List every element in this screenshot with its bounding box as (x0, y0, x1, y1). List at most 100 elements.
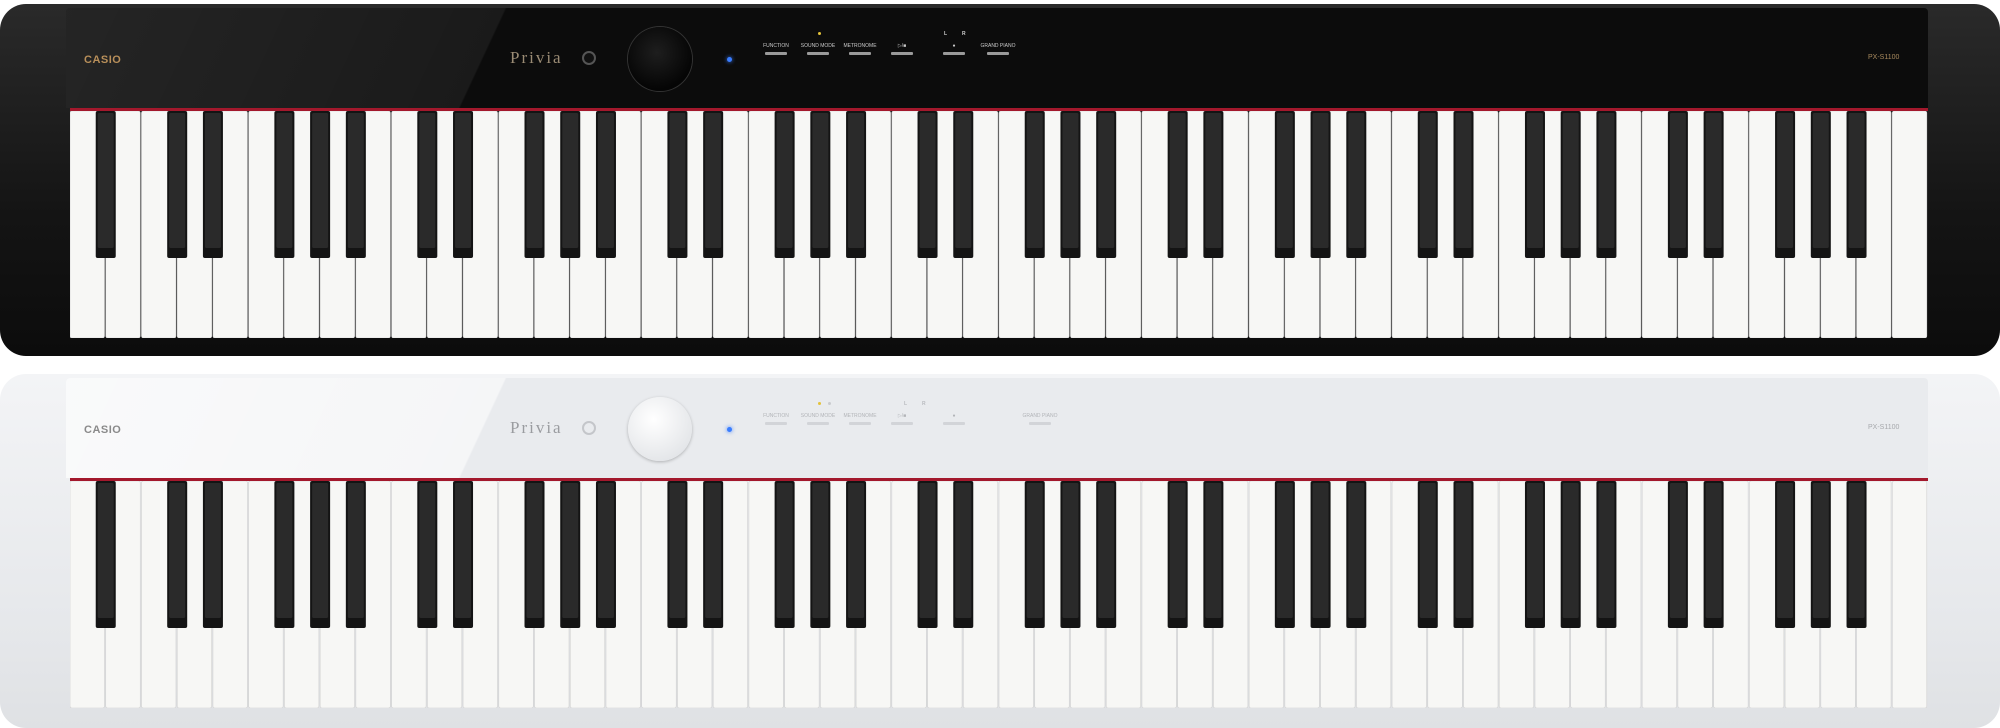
black-key-highlight (597, 483, 614, 618)
black-key-highlight (526, 113, 543, 248)
black-key-highlight (1098, 113, 1115, 248)
power-button[interactable] (582, 51, 596, 65)
volume-knob[interactable] (628, 27, 692, 91)
black-key-highlight (955, 113, 972, 248)
right-channel-label: R (922, 401, 926, 407)
grand-piano-button[interactable]: GRAND PIANO (978, 43, 1018, 55)
metronome-button[interactable]: METRONOME (840, 413, 880, 425)
sound-mode-indicator (818, 402, 821, 405)
black-key-highlight (1812, 483, 1829, 618)
black-key-highlight (848, 483, 865, 618)
black-key-highlight (1562, 483, 1579, 618)
left-channel-label: L (944, 31, 948, 37)
black-key-highlight (1812, 113, 1829, 248)
white-key[interactable] (1891, 111, 1928, 338)
power-led (727, 427, 732, 432)
piano-black: CASIO Privia L R FUNCTION SOUND MODE MET… (0, 4, 2000, 356)
function-button[interactable]: FUNCTION (756, 43, 796, 55)
record-button[interactable]: ● (934, 413, 974, 425)
grand-piano-button[interactable]: GRAND PIANO (1020, 413, 1060, 425)
black-key-highlight (455, 483, 472, 618)
black-key-highlight (204, 113, 221, 248)
black-key-highlight (97, 483, 114, 618)
black-key-highlight (1276, 483, 1293, 618)
sound-mode-button[interactable]: SOUND MODE (798, 413, 838, 425)
black-key-highlight (97, 113, 114, 248)
control-panel: CASIO Privia L R FUNCTION SOUND MODE MET… (66, 378, 1928, 478)
brand-logo: CASIO (84, 54, 122, 66)
black-key-highlight (455, 113, 472, 248)
black-key-highlight (1276, 113, 1293, 248)
black-key-highlight (1848, 113, 1865, 248)
black-key-highlight (1062, 483, 1079, 618)
black-key-highlight (1705, 483, 1722, 618)
black-key-highlight (919, 483, 936, 618)
keyboard[interactable] (70, 111, 1928, 338)
black-key-highlight (204, 483, 221, 618)
sound-mode-indicator-2 (828, 402, 831, 405)
function-button[interactable]: FUNCTION (756, 413, 796, 425)
black-key-highlight (276, 113, 293, 248)
play-stop-button[interactable]: ▷/■ (882, 43, 922, 55)
black-key-highlight (669, 483, 686, 618)
black-key-highlight (1777, 483, 1794, 618)
sound-mode-indicator (818, 32, 821, 35)
black-key-highlight (1062, 113, 1079, 248)
keyboard-keys[interactable] (70, 481, 1928, 708)
black-key-highlight (562, 113, 579, 248)
piano-white: CASIO Privia L R FUNCTION SOUND MODE MET… (0, 374, 2000, 728)
black-key-highlight (1777, 113, 1794, 248)
right-channel-label: R (962, 31, 966, 37)
black-key-highlight (1419, 483, 1436, 618)
black-key-highlight (169, 113, 186, 248)
black-key-highlight (1312, 483, 1329, 618)
black-key-highlight (1419, 113, 1436, 248)
black-key-highlight (1562, 113, 1579, 248)
keyboard-keys[interactable] (70, 111, 1928, 338)
black-key-highlight (776, 113, 793, 248)
black-key-highlight (812, 483, 829, 618)
black-key-highlight (1705, 113, 1722, 248)
power-led (727, 57, 732, 62)
black-key-highlight (1598, 483, 1615, 618)
volume-knob[interactable] (628, 397, 692, 461)
black-key-highlight (1348, 483, 1365, 618)
record-button[interactable]: ● (934, 43, 974, 55)
black-key-highlight (276, 483, 293, 618)
black-key-highlight (1348, 113, 1365, 248)
black-key-highlight (562, 483, 579, 618)
white-key[interactable] (1891, 481, 1928, 708)
series-logo: Privia (510, 48, 563, 67)
metronome-button[interactable]: METRONOME (840, 43, 880, 55)
black-key-highlight (776, 483, 793, 618)
brand-logo: CASIO (84, 424, 122, 436)
black-key-highlight (848, 113, 865, 248)
black-key-highlight (347, 483, 364, 618)
black-key-highlight (1026, 113, 1043, 248)
black-key-highlight (312, 483, 329, 618)
black-key-highlight (526, 483, 543, 618)
black-key-highlight (1669, 113, 1686, 248)
sound-mode-button[interactable]: SOUND MODE (798, 43, 838, 55)
black-key-highlight (1455, 113, 1472, 248)
black-key-highlight (1205, 483, 1222, 618)
black-key-highlight (1098, 483, 1115, 618)
black-key-highlight (169, 483, 186, 618)
model-label: PX-S1100 (1868, 54, 1900, 61)
black-key-highlight (919, 113, 936, 248)
black-key-highlight (1526, 483, 1543, 618)
black-key-highlight (312, 113, 329, 248)
black-key-highlight (669, 113, 686, 248)
black-key-highlight (1026, 483, 1043, 618)
power-button[interactable] (582, 421, 596, 435)
black-key-highlight (1848, 483, 1865, 618)
black-key-highlight (419, 483, 436, 618)
black-key-highlight (1526, 113, 1543, 248)
left-channel-label: L (904, 401, 908, 407)
play-stop-button[interactable]: ▷/■ (882, 413, 922, 425)
black-key-highlight (597, 113, 614, 248)
series-logo: Privia (510, 418, 563, 437)
black-key-highlight (1312, 113, 1329, 248)
keyboard[interactable] (70, 481, 1928, 708)
black-key-highlight (1669, 483, 1686, 618)
